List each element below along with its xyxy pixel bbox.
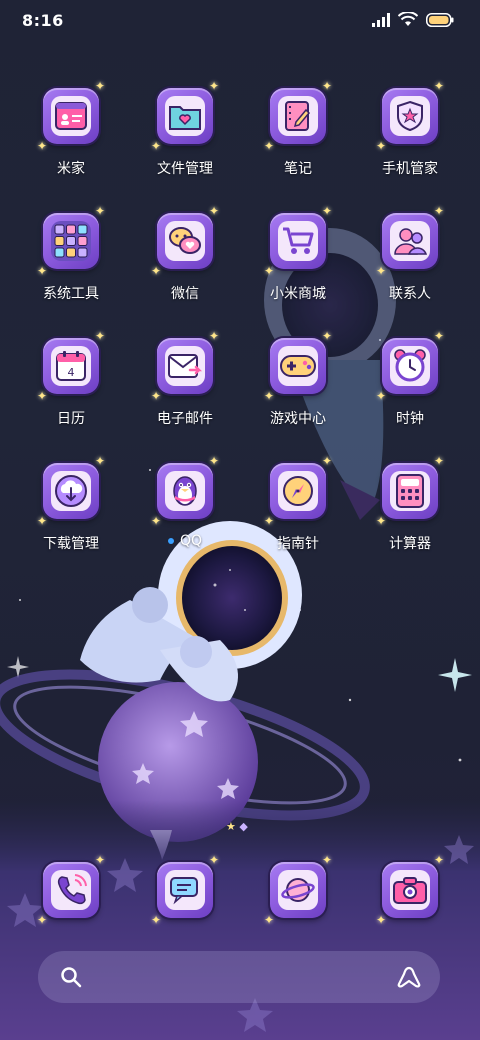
status-bar: 8:16 <box>0 0 480 40</box>
calendar-day-text: 4 <box>68 366 75 379</box>
app-calculator[interactable]: ✦ ✦ 计算器 <box>355 454 465 579</box>
assistant-icon[interactable] <box>396 965 422 989</box>
phone-icon <box>57 874 87 905</box>
status-time: 8:16 <box>22 11 64 30</box>
app-tile: ✦ ✦ 4 <box>37 329 105 403</box>
search-bar[interactable] <box>38 951 440 1003</box>
browser-planet-icon <box>281 878 315 902</box>
app-notes[interactable]: ✦ ✦ 笔记 <box>243 79 353 204</box>
app-tile: ✦ ✦ <box>264 204 332 278</box>
app-security[interactable]: ✦ ✦ 手机管家 <box>355 79 465 204</box>
status-icons <box>372 12 454 27</box>
mail-icon <box>168 354 202 378</box>
app-label: 系统工具 <box>43 286 99 302</box>
battery-icon <box>426 12 454 27</box>
app-downloads[interactable]: ✦ ✦ 下载管理 <box>16 454 126 579</box>
search-icon[interactable] <box>60 966 82 988</box>
app-folder-system-tools[interactable]: ✦ ✦ 系统工具 <box>16 204 126 329</box>
app-label: 电子邮件 <box>157 411 213 427</box>
app-label: 日历 <box>57 411 85 427</box>
gamepad-icon <box>280 355 316 377</box>
app-mi-home[interactable]: ✦ ✦ 米家 <box>16 79 126 204</box>
app-label: QQ <box>130 533 240 549</box>
app-tile: ✦ ✦ <box>264 454 332 528</box>
calculator-icon <box>396 474 424 508</box>
app-compass[interactable]: ✦ ✦ 指南针 <box>243 454 353 579</box>
app-tile: ✦ ✦ <box>376 329 444 403</box>
calendar-icon: 4 <box>56 351 86 381</box>
app-tile: ✦ ✦ <box>264 329 332 403</box>
app-tile: ✦ ✦ <box>151 853 219 927</box>
app-label: 文件管理 <box>157 161 213 177</box>
download-cloud-icon <box>55 475 87 507</box>
app-tile: ✦ ✦ <box>264 853 332 927</box>
app-tile: ✦ ✦ <box>37 79 105 153</box>
app-tile: ✦ ✦ <box>151 204 219 278</box>
app-contacts[interactable]: ✦ ✦ 联系人 <box>355 204 465 329</box>
app-label: 手机管家 <box>382 161 438 177</box>
app-clock[interactable]: ✦ ✦ 时钟 <box>355 329 465 454</box>
dock-phone[interactable]: ✦ ✦ <box>16 853 126 928</box>
wifi-icon <box>398 12 418 26</box>
dock-camera[interactable]: ✦ ✦ <box>355 853 465 928</box>
app-tile: ✦ ✦ <box>376 853 444 927</box>
app-qq[interactable]: ✦ ✦ QQ <box>130 454 240 579</box>
app-label: 联系人 <box>389 286 431 302</box>
app-tile: ✦ ✦ <box>151 79 219 153</box>
alarm-clock-icon <box>394 349 426 382</box>
app-label: 游戏中心 <box>270 411 326 427</box>
app-label: 小米商城 <box>270 286 326 302</box>
shield-star-icon <box>397 100 423 132</box>
app-label: 指南针 <box>277 536 319 552</box>
app-label: 计算器 <box>389 536 431 552</box>
app-tile: ✦ ✦ <box>376 454 444 528</box>
app-mi-store[interactable]: ✦ ✦ 小米商城 <box>243 204 353 329</box>
app-file-manager[interactable]: ✦ ✦ 文件管理 <box>130 79 240 204</box>
contacts-icon <box>394 228 427 255</box>
camera-icon <box>393 877 427 904</box>
mi-home-icon <box>55 102 87 130</box>
app-email[interactable]: ✦ ✦ 电子邮件 <box>130 329 240 454</box>
compass-icon <box>283 476 313 506</box>
app-tile: ✦ ✦ <box>151 454 219 528</box>
app-tile: ✦ ✦ <box>376 79 444 153</box>
app-tile: ✦ ✦ <box>151 329 219 403</box>
page-indicator[interactable]: ★ ◆ <box>226 820 248 833</box>
app-tile: ✦ ✦ <box>37 454 105 528</box>
app-wechat[interactable]: ✦ ✦ 微信 <box>130 204 240 329</box>
signal-icon <box>372 12 390 27</box>
wechat-icon <box>169 227 201 254</box>
app-game-center[interactable]: ✦ ✦ 游戏中心 <box>243 329 353 454</box>
app-tile: ✦ ✦ <box>376 204 444 278</box>
app-calendar[interactable]: ✦ ✦ 4 日历 <box>16 329 126 454</box>
app-label-text: QQ <box>179 533 203 549</box>
notes-icon <box>285 101 311 131</box>
app-label: 下载管理 <box>43 536 99 552</box>
app-tile: ✦ ✦ <box>37 204 105 278</box>
dock-messages[interactable]: ✦ ✦ <box>130 853 240 928</box>
folder-heart-icon <box>169 106 201 130</box>
app-label: 米家 <box>57 161 85 177</box>
app-tile: ✦ ✦ <box>37 853 105 927</box>
messages-icon <box>170 877 198 905</box>
tools-folder-icon <box>54 224 88 258</box>
new-install-dot <box>167 538 174 544</box>
app-label: 微信 <box>171 286 199 302</box>
app-label: 时钟 <box>396 411 424 427</box>
app-tile: ✦ ✦ <box>264 79 332 153</box>
app-label: 笔记 <box>284 161 312 177</box>
dock: ✦ ✦ ✦ ✦ ✦ ✦ ✦ ✦ <box>0 853 480 928</box>
qq-penguin-icon <box>173 476 197 506</box>
shopping-cart-icon <box>283 227 314 254</box>
dock-browser[interactable]: ✦ ✦ <box>243 853 353 928</box>
